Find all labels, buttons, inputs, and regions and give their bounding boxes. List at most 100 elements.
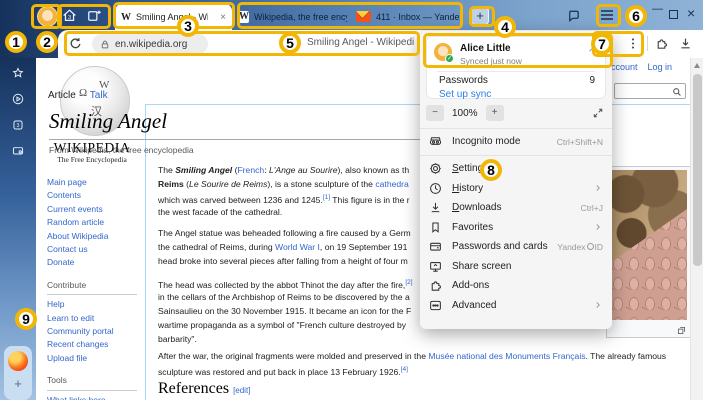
address-bar-page-title: Smiling Angel - Wikipedi [307, 37, 414, 48]
annotation-circle-9: 9 [15, 308, 37, 330]
wiki-link[interactable]: cathedra [375, 179, 408, 189]
notifications-icon[interactable] [566, 8, 581, 23]
scrollbar-up-arrow[interactable] [694, 63, 700, 68]
download-icon [428, 200, 443, 215]
sidebar-link-main-page[interactable]: Main page [47, 176, 143, 189]
browser-window: 3 W Smiling Angel - Wi × W Wikipedia, th… [0, 0, 703, 400]
sidebar-link-random-article[interactable]: Random article [47, 216, 143, 229]
kebab-menu-icon[interactable] [626, 36, 640, 51]
text-line: The Angel statue was beheaded following … [158, 226, 423, 240]
media-play-icon[interactable] [11, 92, 25, 106]
menu-item-advanced[interactable]: Advanced [420, 296, 612, 316]
profile-name: Alice Little [460, 43, 511, 54]
browser-sidebar: 3 + [0, 58, 36, 400]
tab-counter-icon[interactable]: 3 [11, 118, 25, 132]
menu-item-add-ons[interactable]: Add-ons [420, 276, 612, 296]
sidebar-link-help[interactable]: Help [47, 298, 143, 311]
menu-item-label: Advanced [452, 300, 496, 311]
menu-item-label: Favorites [452, 222, 493, 233]
menu-item-label: Add-ons [452, 280, 489, 291]
scrollbar-thumb[interactable] [693, 74, 702, 266]
menu-item-share-screen[interactable]: Share screen [420, 257, 612, 277]
wiki-link[interactable]: World War I [275, 242, 320, 252]
zoom-controls: − 100% + [426, 104, 604, 122]
extensions-puzzle-icon[interactable] [654, 36, 669, 51]
smiling-angel-image[interactable] [610, 170, 687, 320]
sidebar-link-community-portal[interactable]: Community portal [47, 325, 143, 338]
passwords-label: Passwords [439, 75, 488, 86]
yandex-browser-logo[interactable] [8, 351, 28, 371]
sidebar-link-current-events[interactable]: Current events [47, 203, 143, 216]
log-in-link[interactable]: Log in [647, 62, 672, 72]
window-maximize-button[interactable] [669, 10, 678, 19]
menu-item-downloads[interactable]: DownloadsCtrl+J [420, 198, 612, 218]
clock-icon [428, 181, 443, 196]
page-tabs: Article Talk [48, 90, 108, 101]
sidebar-link-learn-to-edit[interactable]: Learn to edit [47, 312, 143, 325]
annotation-circle-7: 7 [591, 33, 613, 55]
zoom-out-button[interactable]: − [426, 105, 444, 121]
menu-item-incognito[interactable]: Incognito mode Ctrl+Shift+N [420, 132, 612, 152]
screencast-device-icon[interactable] [11, 144, 25, 158]
menu-item-passwords-and-cards[interactable]: Passwords and cardsYandexID [420, 237, 612, 257]
menu-item-shortcut: Ctrl+Shift+N [557, 137, 603, 147]
text-line: The head was collected by the abbot Thin… [158, 276, 423, 290]
article-subtitle: From Wikipedia, the free encyclopedia [49, 145, 194, 155]
text-line: After the war, the original fragments we… [158, 349, 691, 363]
fullscreen-icon[interactable] [592, 107, 604, 119]
text-line: which was carved between 1236 and 1245.[… [158, 191, 423, 205]
menu-divider [420, 155, 612, 156]
text-line: Reims (Le Sourire de Reims), is a stone … [158, 177, 423, 191]
home-icon[interactable]: 3 [61, 7, 78, 24]
sidebar-link-contents[interactable]: Contents [47, 189, 143, 202]
wiki-link[interactable]: French [237, 165, 264, 175]
sidebar-bottom-tile: + [4, 346, 32, 400]
menu-item-settings[interactable]: Settings [420, 159, 612, 179]
image-expand-icon[interactable] [677, 326, 686, 335]
refresh-icon[interactable] [68, 36, 83, 51]
new-tab-button[interactable]: + [471, 7, 489, 25]
tab-close-icon[interactable]: × [220, 12, 226, 23]
tab-yandex-mail[interactable]: 411 · Inbox — Yandex Mail [354, 3, 462, 30]
sidebar-link-upload-file[interactable]: Upload file [47, 352, 143, 365]
edit-link[interactable]: [edit] [233, 386, 250, 395]
passwords-row[interactable]: Passwords 9 [439, 75, 595, 86]
url-chip[interactable]: en.wikipedia.org [92, 34, 208, 54]
zoom-in-button[interactable]: + [486, 105, 504, 121]
window-minimize-button[interactable]: — [652, 3, 663, 15]
sidebar-link-what-links-here[interactable]: What links here [47, 394, 143, 400]
browser-menu-dropdown: ✓ Alice Little Synced just now Passwords… [420, 31, 612, 329]
tab-article[interactable]: Article [48, 90, 76, 101]
annotation-circle-1: 1 [5, 31, 27, 53]
article-paragraph-4: After the war, the original fragments we… [158, 349, 691, 377]
wiki-link[interactable]: Musée national des Monuments Français [428, 351, 585, 361]
profile-avatar-icon[interactable] [37, 6, 58, 27]
sidebar-add-icon[interactable]: + [12, 378, 24, 390]
new-tab-group-icon[interactable] [86, 7, 103, 24]
set-up-sync-link[interactable]: Set up sync [439, 89, 491, 100]
annotation-circle-2: 2 [36, 31, 58, 53]
sidebar-link-donate[interactable]: Donate [47, 256, 143, 269]
favorites-star-icon[interactable] [11, 66, 25, 80]
tab-title: 411 · Inbox — Yandex Mail [376, 12, 460, 22]
sidebar-link-contact-us[interactable]: Contact us [47, 243, 143, 256]
wikipedia-search-input[interactable] [614, 83, 686, 99]
menu-item-history[interactable]: History [420, 179, 612, 199]
lock-icon [100, 39, 110, 50]
tab-smiling-angel[interactable]: W Smiling Angel - Wi × [115, 4, 232, 30]
menu-item-shortcut: Ctrl+J [581, 203, 603, 213]
downloads-tray-icon[interactable] [678, 36, 693, 51]
profile-card[interactable]: ✓ Alice Little Synced just now Passwords… [426, 36, 606, 99]
sidebar-link-recent-changes[interactable]: Recent changes [47, 338, 143, 351]
window-close-button[interactable]: × [687, 5, 695, 21]
passwords-count: 9 [589, 75, 595, 86]
sync-check-badge: ✓ [445, 54, 454, 63]
page-scrollbar[interactable] [690, 58, 703, 400]
menu-item-favorites[interactable]: Favorites [420, 218, 612, 238]
tab-wikipedia-main[interactable]: W Wikipedia, the free encyclop [235, 3, 351, 30]
menu-hamburger-icon[interactable] [600, 9, 614, 21]
text-line: The Smiling Angel (French: L'Ange au Sou… [158, 163, 423, 177]
tab-talk[interactable]: Talk [90, 90, 108, 101]
sidebar-link-about-wikipedia[interactable]: About Wikipedia [47, 230, 143, 243]
annotation-circle-3: 3 [177, 15, 199, 37]
